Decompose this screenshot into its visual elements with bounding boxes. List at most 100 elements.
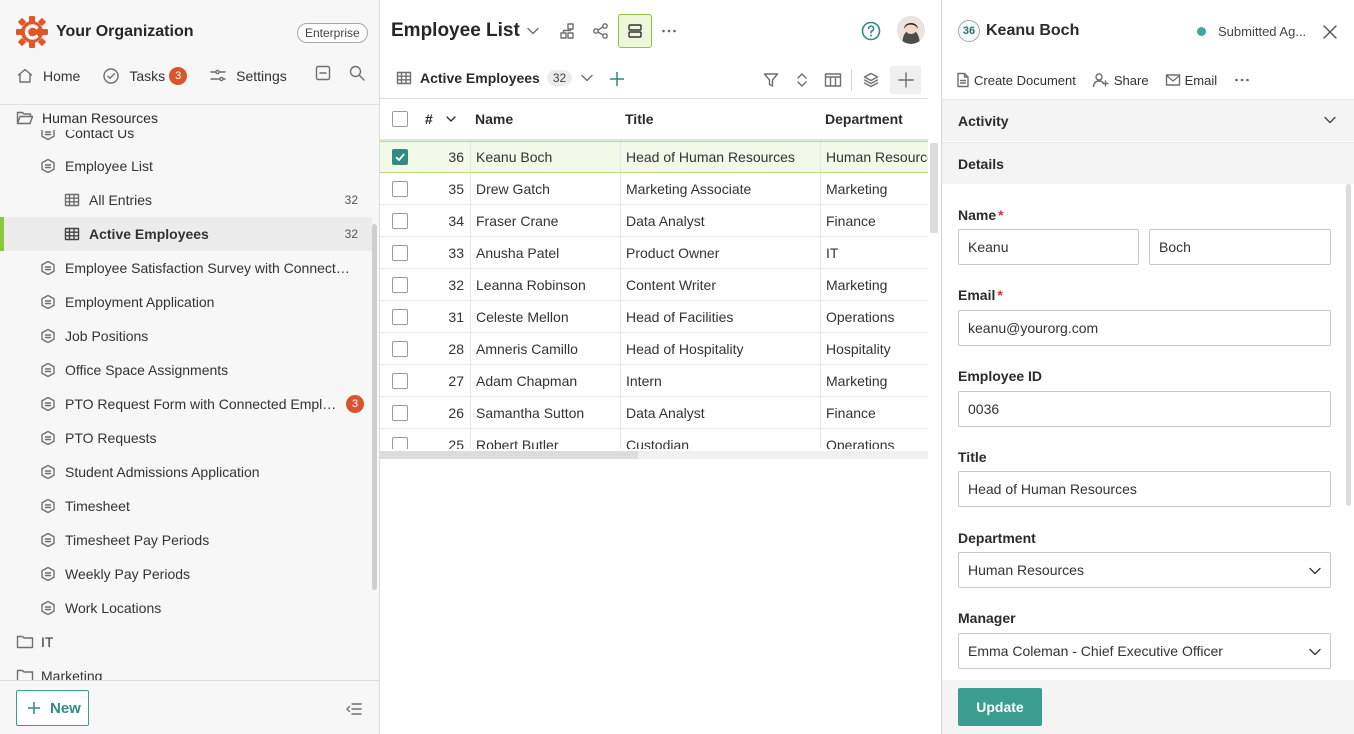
row-checkbox[interactable] xyxy=(392,244,408,261)
row-checkbox[interactable] xyxy=(392,212,408,229)
sidebar-item-employee-list[interactable]: Employee List xyxy=(0,149,372,183)
row-checkbox[interactable] xyxy=(392,372,408,389)
filter-icon[interactable] xyxy=(755,66,786,94)
column-name[interactable]: Name xyxy=(470,99,620,139)
cell-name: Leanna Robinson xyxy=(470,269,620,300)
sidebar-item-pto-requests[interactable]: PTO Requests xyxy=(0,421,372,455)
first-name-field[interactable]: Keanu xyxy=(958,229,1139,265)
last-name-field[interactable]: Boch xyxy=(1149,229,1331,265)
section-human-resources[interactable]: Human Resources xyxy=(0,104,379,130)
add-record-icon[interactable] xyxy=(890,66,921,94)
nav-home[interactable]: Home xyxy=(16,67,80,85)
column-title[interactable]: Title xyxy=(620,99,820,139)
table-row[interactable]: 28 Amneris Camillo Head of Hospitality H… xyxy=(380,333,928,365)
more-icon[interactable] xyxy=(652,14,686,48)
sidebar-folder-it[interactable]: IT xyxy=(0,625,372,659)
app-title-menu[interactable]: Employee List xyxy=(391,20,540,42)
collapse-sidebar-icon[interactable] xyxy=(345,702,363,716)
department-label: Department xyxy=(958,530,1036,546)
sidebar-item-satisfaction-survey[interactable]: Employee Satisfaction Survey with Connec… xyxy=(0,251,372,285)
table-row[interactable]: 27 Adam Chapman Intern Marketing xyxy=(380,365,928,397)
table-row[interactable]: 35 Drew Gatch Marketing Associate Market… xyxy=(380,173,928,205)
hierarchy-view-icon[interactable] xyxy=(550,14,584,48)
create-document-button[interactable]: Create Document xyxy=(956,72,1076,88)
collapse-all-icon[interactable] xyxy=(314,64,332,82)
department-value: Human Resources xyxy=(968,562,1084,578)
layers-icon[interactable] xyxy=(855,66,886,94)
columns-icon[interactable] xyxy=(817,66,848,94)
employee-id-field[interactable]: 0036 xyxy=(958,391,1331,427)
row-checkbox[interactable] xyxy=(392,340,408,357)
table-row[interactable]: 32 Leanna Robinson Content Writer Market… xyxy=(380,269,928,301)
scrollbar-thumb[interactable] xyxy=(380,451,638,459)
add-view-icon[interactable] xyxy=(608,70,626,88)
sidebar-item-student-admissions[interactable]: Student Admissions Application xyxy=(0,455,372,489)
row-checkbox[interactable] xyxy=(392,308,408,325)
org-switcher[interactable]: Your Organization xyxy=(16,14,193,50)
nav-settings[interactable]: Settings xyxy=(209,67,287,85)
nav-tasks[interactable]: Tasks 3 xyxy=(102,67,188,85)
table-row[interactable]: 36 Keanu Boch Head of Human Resources Hu… xyxy=(380,141,928,173)
sidebar-item-job-positions[interactable]: Job Positions xyxy=(0,319,372,353)
view-selector[interactable]: Active Employees 32 xyxy=(396,70,594,86)
record-status[interactable]: Submitted Ag... xyxy=(1197,24,1306,39)
details-section-label: Details xyxy=(958,155,1004,172)
sidebar-item-active-employees[interactable]: Active Employees 32 xyxy=(0,217,372,251)
table-row[interactable]: 33 Anusha Patel Product Owner IT xyxy=(380,237,928,269)
row-checkbox[interactable] xyxy=(392,149,408,165)
email-button[interactable]: Email xyxy=(1165,73,1217,88)
org-name: Your Organization xyxy=(56,23,194,40)
share-button[interactable]: Share xyxy=(1092,72,1149,88)
cell-title: Content Writer xyxy=(620,269,820,300)
more-actions-icon[interactable] xyxy=(1233,72,1255,88)
row-checkbox[interactable] xyxy=(392,436,408,449)
sidebar-item-pto-request-form[interactable]: PTO Request Form with Connected Emplo...… xyxy=(0,387,372,421)
grid-horizontal-scrollbar[interactable] xyxy=(380,451,928,459)
row-select xyxy=(380,142,420,172)
connections-icon[interactable] xyxy=(584,14,618,48)
sidebar-item-weekly-pay-periods[interactable]: Weekly Pay Periods xyxy=(0,557,372,591)
sidebar-folder-marketing[interactable]: Marketing xyxy=(0,659,372,680)
table-row[interactable]: 31 Celeste Mellon Head of Facilities Ope… xyxy=(380,301,928,333)
row-checkbox[interactable] xyxy=(392,276,408,293)
table-row[interactable]: 25 Robert Butler Custodian Operations xyxy=(380,429,928,449)
column-department[interactable]: Department xyxy=(820,99,928,139)
manager-select[interactable]: Emma Coleman - Chief Executive Officer xyxy=(958,633,1331,669)
table-row[interactable]: 34 Fraser Crane Data Analyst Finance xyxy=(380,205,928,237)
list-view-icon[interactable] xyxy=(618,14,652,48)
title-field[interactable]: Head of Human Resources xyxy=(958,471,1331,507)
column-number[interactable]: # xyxy=(420,99,470,139)
sidebar-item-work-locations[interactable]: Work Locations xyxy=(0,591,372,625)
sidebar-item-timesheet-pay-periods[interactable]: Timesheet Pay Periods xyxy=(0,523,372,557)
update-button[interactable]: Update xyxy=(958,688,1042,726)
select-all-checkbox[interactable] xyxy=(392,111,408,127)
email-field[interactable]: keanu@yourorg.com xyxy=(958,310,1331,346)
activity-section[interactable]: Activity xyxy=(942,99,1354,141)
sidebar-item-timesheet[interactable]: Timesheet xyxy=(0,489,372,523)
sidebar-item-office-space[interactable]: Office Space Assignments xyxy=(0,353,372,387)
details-section[interactable]: Details xyxy=(942,142,1354,184)
department-select[interactable]: Human Resources xyxy=(958,552,1331,588)
sidebar-item-all-entries[interactable]: All Entries 32 xyxy=(0,183,372,217)
grid-vertical-scrollbar[interactable] xyxy=(930,143,938,233)
new-button[interactable]: New xyxy=(16,690,89,726)
sidebar-item-employment-application[interactable]: Employment Application xyxy=(0,285,372,319)
user-avatar[interactable] xyxy=(897,16,925,44)
status-text: Submitted Ag... xyxy=(1218,24,1307,39)
cell-title: Head of Human Resources xyxy=(620,142,820,172)
row-checkbox[interactable] xyxy=(392,180,408,197)
cell-title: Custodian xyxy=(620,429,820,449)
cell-number: 34 xyxy=(448,212,464,229)
sidebar-scrollbar[interactable] xyxy=(372,224,377,590)
sidebar-item-label: Timesheet xyxy=(65,498,130,514)
help-icon[interactable] xyxy=(861,21,881,41)
row-select xyxy=(380,205,420,236)
detail-scrollbar[interactable] xyxy=(1346,184,1351,506)
sort-icon[interactable] xyxy=(786,66,817,94)
plus-icon xyxy=(28,702,40,714)
close-icon[interactable] xyxy=(1322,24,1338,40)
table-row[interactable]: 26 Samantha Sutton Data Analyst Finance xyxy=(380,397,928,429)
sidebar-item-contact-us[interactable]: Contact Us xyxy=(0,130,372,150)
row-checkbox[interactable] xyxy=(392,404,408,421)
search-icon[interactable] xyxy=(348,64,366,82)
